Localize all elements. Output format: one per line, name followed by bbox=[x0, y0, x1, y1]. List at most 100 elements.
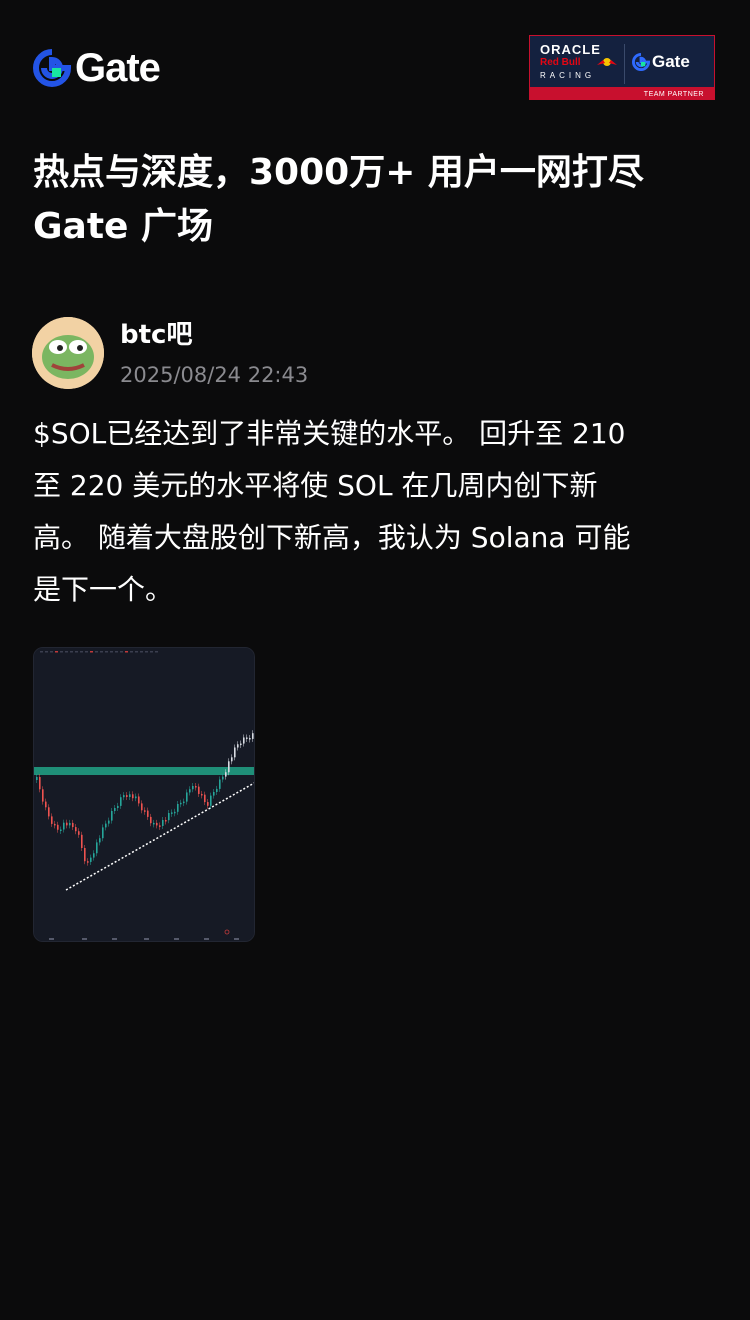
candle bbox=[231, 757, 233, 762]
candle bbox=[177, 804, 179, 812]
toolbar-dot bbox=[65, 651, 68, 653]
x-tick bbox=[112, 938, 117, 940]
candle bbox=[162, 820, 164, 826]
candle bbox=[84, 848, 86, 862]
candle bbox=[93, 853, 95, 858]
candle bbox=[117, 805, 119, 808]
candle bbox=[153, 822, 155, 825]
post-body: $SOL已经达到了非常关键的水平。 回升至 210 至 220 美元的水平将使 … bbox=[33, 408, 723, 616]
toolbar-dot bbox=[40, 651, 43, 653]
toolbar-dot bbox=[130, 651, 133, 653]
partner-gate-logo: Gate bbox=[632, 52, 690, 72]
candle bbox=[234, 747, 236, 758]
candle bbox=[186, 792, 188, 802]
partner-banner[interactable]: ORACLE Red Bull RACING Gate TEAM PARTNER bbox=[529, 35, 715, 100]
candle bbox=[63, 822, 65, 830]
racing-label: RACING bbox=[540, 71, 596, 80]
toolbar-dot bbox=[55, 651, 58, 653]
candle bbox=[87, 861, 89, 863]
candle bbox=[213, 792, 215, 796]
oracle-label: ORACLE bbox=[540, 42, 601, 57]
candle bbox=[69, 822, 71, 826]
pepe-avatar-icon bbox=[32, 317, 104, 389]
toolbar-dot bbox=[75, 651, 78, 653]
gate-logo-icon bbox=[632, 53, 650, 71]
candle bbox=[60, 829, 62, 831]
headline-line-2: Gate 广场 bbox=[33, 206, 214, 247]
candle bbox=[204, 794, 206, 803]
headline-line-1: 热点与深度，3000万+ 用户一网打尽 bbox=[33, 152, 644, 193]
candle bbox=[225, 772, 227, 777]
candle bbox=[141, 803, 143, 811]
partner-gate-text: Gate bbox=[652, 52, 690, 71]
candle bbox=[99, 838, 101, 843]
candlestick-chart-image bbox=[34, 648, 254, 941]
candle bbox=[57, 824, 59, 830]
toolbar-dot bbox=[155, 651, 158, 653]
candle bbox=[240, 743, 242, 746]
candle bbox=[156, 822, 158, 826]
candle bbox=[123, 795, 125, 798]
candle bbox=[39, 777, 41, 790]
team-partner-label: TEAM PARTNER bbox=[643, 91, 704, 98]
toolbar-dot bbox=[60, 651, 63, 653]
brand-name: Gate bbox=[75, 46, 161, 90]
post-line: 至 220 美元的水平将使 SOL 在几周内创下新 bbox=[33, 469, 598, 502]
x-tick bbox=[174, 938, 179, 940]
candle bbox=[174, 811, 176, 814]
candle bbox=[237, 744, 239, 748]
candle bbox=[147, 810, 149, 817]
candle bbox=[111, 811, 113, 821]
toolbar-dot bbox=[90, 651, 93, 653]
candle bbox=[168, 813, 170, 821]
toolbar-dot bbox=[100, 651, 103, 653]
author-name[interactable]: btc吧 bbox=[120, 318, 192, 352]
gate-logo-icon bbox=[33, 49, 71, 87]
candle bbox=[66, 822, 68, 826]
x-tick bbox=[234, 938, 239, 940]
candle bbox=[138, 796, 140, 804]
toolbar-dot bbox=[125, 651, 128, 653]
x-tick bbox=[204, 938, 209, 940]
toolbar-dot bbox=[70, 651, 73, 653]
candle bbox=[246, 737, 248, 739]
candle bbox=[219, 779, 221, 789]
toolbar-dot bbox=[120, 651, 123, 653]
redbull-label: Red Bull bbox=[540, 57, 581, 68]
candle bbox=[201, 793, 203, 796]
candle bbox=[120, 797, 122, 806]
candle bbox=[129, 794, 131, 797]
post-timestamp: 2025/08/24 22:43 bbox=[120, 363, 309, 387]
candle bbox=[78, 831, 80, 835]
candle bbox=[198, 786, 200, 794]
candle bbox=[243, 737, 245, 744]
candle bbox=[207, 802, 209, 806]
candle bbox=[75, 827, 77, 832]
toolbar-dot bbox=[80, 651, 83, 653]
candle bbox=[51, 816, 53, 824]
redbull-logo-icon bbox=[597, 58, 617, 66]
candle bbox=[189, 789, 191, 793]
x-tick bbox=[144, 938, 149, 940]
candle bbox=[171, 812, 173, 814]
post-image[interactable] bbox=[33, 647, 255, 942]
candle bbox=[150, 816, 152, 824]
candle bbox=[228, 761, 230, 773]
candle bbox=[165, 820, 167, 822]
toolbar-dot bbox=[150, 651, 153, 653]
toolbar-dot bbox=[85, 651, 88, 653]
candle bbox=[36, 777, 38, 780]
candle bbox=[42, 789, 44, 802]
candle bbox=[45, 801, 47, 808]
candle bbox=[81, 834, 83, 848]
author-avatar[interactable] bbox=[32, 317, 104, 389]
toolbar-dot bbox=[110, 651, 113, 653]
gate-logo[interactable]: Gate bbox=[33, 46, 161, 90]
candle bbox=[96, 842, 98, 854]
candle bbox=[222, 776, 224, 780]
candle bbox=[192, 786, 194, 790]
post-line: 是下一个。 bbox=[33, 573, 174, 606]
toolbar-dot bbox=[140, 651, 143, 653]
candle bbox=[183, 801, 185, 804]
toolbar-dot bbox=[115, 651, 118, 653]
